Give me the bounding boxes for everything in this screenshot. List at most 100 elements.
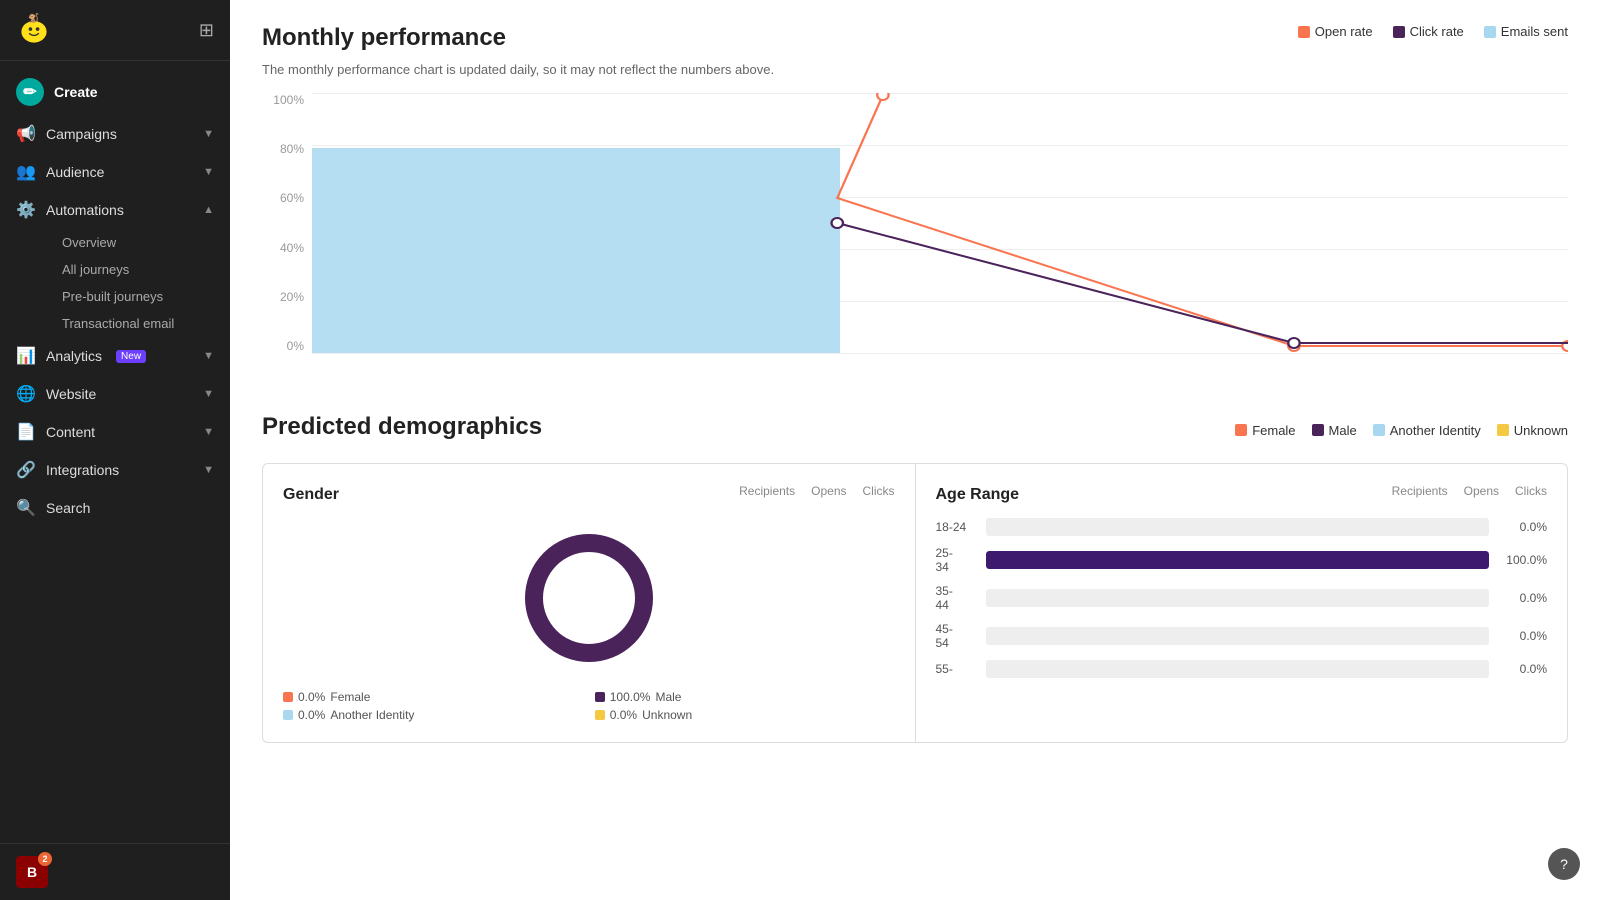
- demographics-legend: Female Male Another Identity Unknown: [1235, 423, 1568, 438]
- male-label-legend: Male: [655, 690, 681, 704]
- chevron-down-icon: ▼: [203, 128, 214, 140]
- age-label-55-plus: 55-: [936, 662, 976, 676]
- predicted-demographics-section: Predicted demographics Female Male Anoth…: [262, 413, 1568, 743]
- sidebar-item-integrations[interactable]: 🔗 Integrations ▼: [0, 451, 230, 489]
- sidebar-header: 🐒 ⊞: [0, 0, 230, 61]
- sidebar-item-audience[interactable]: 👥 Audience ▼: [0, 153, 230, 191]
- sidebar-item-search[interactable]: 🔍 Search: [0, 489, 230, 527]
- sidebar-sub-overview[interactable]: Overview: [46, 229, 230, 256]
- sidebar-item-analytics-label: Analytics: [46, 348, 102, 364]
- y-label-40: 40%: [262, 241, 304, 255]
- another-pct: 0.0%: [298, 708, 325, 722]
- age-label-18-24: 18-24: [936, 520, 976, 534]
- age-range-card: Age Range Recipients Opens Clicks 18-24: [916, 464, 1568, 742]
- create-icon: ✏: [16, 78, 44, 106]
- female-swatch: [283, 692, 293, 702]
- chart-legend: Open rate Click rate Emails sent: [1298, 24, 1568, 39]
- y-axis: 100% 80% 60% 40% 20% 0%: [262, 93, 304, 353]
- donut-legend-unknown: 0.0% Unknown: [595, 708, 895, 722]
- sidebar-sub-prebuilt[interactable]: Pre-built journeys: [46, 283, 230, 310]
- content-icon: 📄: [16, 422, 36, 442]
- age-pct-45-54: 0.0%: [1499, 629, 1547, 643]
- demographics-header: Predicted demographics Female Male Anoth…: [262, 413, 1568, 447]
- sidebar: 🐒 ⊞ ✏ Create 📢 Campaigns ▼ 👥 Audience ▼ …: [0, 0, 230, 900]
- sidebar-item-campaigns[interactable]: 📢 Campaigns ▼: [0, 115, 230, 153]
- age-recipients-header: Recipients: [1392, 484, 1448, 498]
- age-bar-bg-45-54: [986, 627, 1490, 645]
- donut-legend-female: 0.0% Female: [283, 690, 583, 704]
- y-label-100: 100%: [262, 93, 304, 107]
- sidebar-item-audience-label: Audience: [46, 164, 104, 180]
- age-row-45-54: 45-54 0.0%: [936, 622, 1548, 650]
- sidebar-item-search-label: Search: [46, 500, 90, 516]
- chevron-up-icon: ▲: [203, 204, 214, 216]
- age-pct-55-plus: 0.0%: [1499, 662, 1547, 676]
- grid-line-0: [312, 353, 1568, 354]
- integrations-icon: 🔗: [16, 460, 36, 480]
- unknown-label: Unknown: [1514, 423, 1568, 438]
- sidebar-item-automations[interactable]: ⚙️ Automations ▲: [0, 191, 230, 229]
- automations-icon: ⚙️: [16, 200, 36, 220]
- analytics-new-badge: New: [116, 350, 146, 363]
- age-label-45-54: 45-54: [936, 622, 976, 650]
- male-swatch: [595, 692, 605, 702]
- svg-text:🐒: 🐒: [28, 12, 39, 23]
- demographics-cards: Gender Recipients Opens Clicks: [262, 463, 1568, 743]
- unknown-swatch: [595, 710, 605, 720]
- gender-col-headers: Recipients Opens Clicks: [739, 484, 894, 498]
- donut-legend: 0.0% Female 100.0% Male 0.0% Another Ide…: [283, 690, 895, 722]
- gender-recipients-header: Recipients: [739, 484, 795, 498]
- age-pct-35-44: 0.0%: [1499, 591, 1547, 605]
- help-button[interactable]: ?: [1548, 848, 1580, 880]
- sidebar-item-content[interactable]: 📄 Content ▼: [0, 413, 230, 451]
- y-label-80: 80%: [262, 142, 304, 156]
- sidebar-sub-all-journeys[interactable]: All journeys: [46, 256, 230, 283]
- click-rate-dot: [1393, 26, 1405, 38]
- search-icon: 🔍: [16, 498, 36, 518]
- notification-badge: 2: [38, 852, 52, 866]
- sidebar-toggle-button[interactable]: ⊞: [199, 20, 214, 41]
- female-pct: 0.0%: [298, 690, 325, 704]
- age-bar-bg-55-plus: [986, 660, 1490, 678]
- monthly-performance-subtitle: The monthly performance chart is updated…: [262, 62, 1568, 77]
- chevron-down-icon: ▼: [203, 350, 214, 362]
- age-row-35-44: 35-44 0.0%: [936, 584, 1548, 612]
- y-label-60: 60%: [262, 191, 304, 205]
- mailchimp-logo: 🐒: [16, 12, 52, 48]
- chevron-down-icon: ▼: [203, 388, 214, 400]
- female-label-legend: Female: [330, 690, 370, 704]
- audience-icon: 👥: [16, 162, 36, 182]
- male-dot: [1312, 424, 1324, 436]
- open-rate-label: Open rate: [1315, 24, 1373, 39]
- analytics-icon: 📊: [16, 346, 36, 366]
- female-dot: [1235, 424, 1247, 436]
- another-swatch: [283, 710, 293, 720]
- age-bars-container: 18-24 0.0% 25-34 100.0% 35: [936, 518, 1548, 678]
- open-rate-dot: [1298, 26, 1310, 38]
- sidebar-item-create[interactable]: ✏ Create: [0, 69, 230, 115]
- sidebar-item-website-label: Website: [46, 386, 96, 402]
- avatar: B 2: [16, 856, 48, 888]
- monthly-performance-title: Monthly performance: [262, 24, 506, 52]
- emails-sent-dot: [1484, 26, 1496, 38]
- user-profile[interactable]: B 2: [16, 856, 214, 888]
- another-identity-dot: [1373, 424, 1385, 436]
- unknown-pct: 0.0%: [610, 708, 637, 722]
- age-pct-25-34: 100.0%: [1499, 553, 1547, 567]
- chart-lines-svg: [312, 93, 1568, 353]
- sidebar-sub-transactional[interactable]: Transactional email: [46, 310, 230, 337]
- female-label: Female: [1252, 423, 1295, 438]
- campaigns-icon: 📢: [16, 124, 36, 144]
- donut-legend-another: 0.0% Another Identity: [283, 708, 583, 722]
- age-col-headers: Recipients Opens Clicks: [1392, 484, 1547, 498]
- sidebar-navigation: ✏ Create 📢 Campaigns ▼ 👥 Audience ▼ ⚙️ A…: [0, 61, 230, 843]
- y-label-20: 20%: [262, 290, 304, 304]
- age-pct-18-24: 0.0%: [1499, 520, 1547, 534]
- sidebar-item-content-label: Content: [46, 424, 95, 440]
- demographics-title: Predicted demographics: [262, 413, 542, 441]
- legend-open-rate: Open rate: [1298, 24, 1373, 39]
- y-label-0: 0%: [262, 339, 304, 353]
- sidebar-item-website[interactable]: 🌐 Website ▼: [0, 375, 230, 413]
- sidebar-item-analytics[interactable]: 📊 Analytics New ▼: [0, 337, 230, 375]
- click-rate-label: Click rate: [1410, 24, 1464, 39]
